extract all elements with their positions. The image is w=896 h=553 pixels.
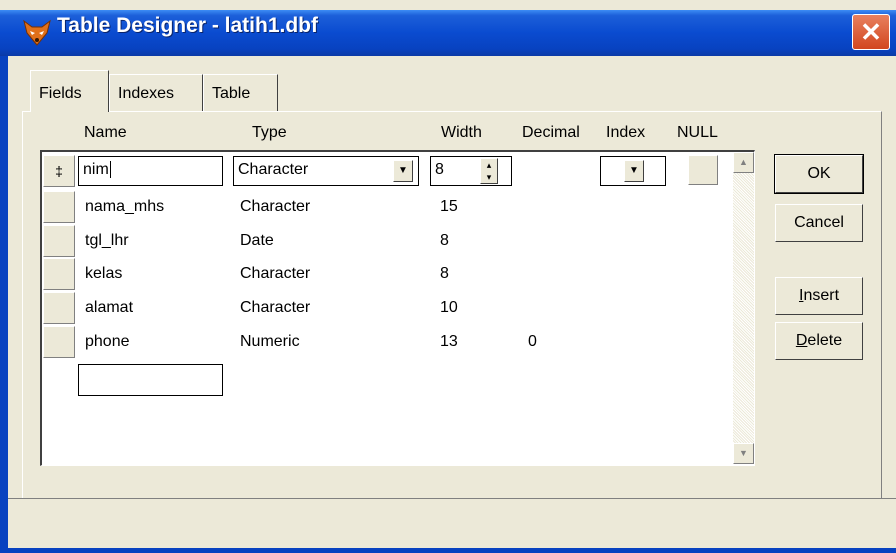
chevron-down-icon[interactable]: ▼ [393, 160, 413, 182]
tab-table[interactable]: Table [203, 74, 278, 111]
row-selector[interactable] [43, 292, 75, 324]
window-frame-left [0, 56, 8, 553]
field-type: Date [240, 232, 274, 249]
background-menu-strip [0, 0, 896, 10]
field-name: nama_mhs [85, 198, 165, 215]
field-type: Character [240, 265, 311, 282]
cancel-button[interactable]: Cancel [775, 204, 863, 242]
column-header-name: Name [84, 124, 127, 141]
field-type: Character [240, 198, 311, 215]
panel-divider [8, 498, 896, 499]
field-width: 13 [440, 333, 458, 350]
row-selector[interactable] [43, 258, 75, 290]
spin-updown-icon[interactable]: ▴ ▾ [480, 158, 498, 184]
close-button[interactable]: ✕ [852, 14, 890, 50]
delete-button[interactable]: Delete [775, 322, 863, 360]
tab-fields-label: Fields [39, 85, 82, 102]
field-decimal: 0 [528, 333, 537, 350]
field-name: phone [85, 333, 130, 350]
field-width: 8 [440, 265, 449, 282]
tab-indexes[interactable]: Indexes [109, 74, 203, 111]
column-header-decimal: Decimal [522, 124, 580, 141]
field-width: 8 [440, 232, 449, 249]
fox-icon [22, 19, 52, 47]
field-type: Numeric [240, 333, 300, 350]
window-title: Table Designer - latih1.dbf [57, 14, 318, 37]
insert-button[interactable]: Insert [775, 277, 863, 315]
row-selector[interactable] [43, 225, 75, 257]
column-header-width: Width [441, 124, 482, 141]
tab-indexes-label: Indexes [118, 85, 175, 102]
scroll-down-icon[interactable]: ▼ [733, 443, 754, 464]
field-null-toggle[interactable] [688, 155, 718, 185]
new-field-name-input[interactable] [78, 364, 223, 396]
field-name: alamat [85, 299, 134, 316]
delete-label: Delete [795, 332, 843, 349]
index-chevron-down-icon[interactable]: ▼ [624, 160, 644, 182]
column-header-type: Type [252, 124, 287, 141]
window-frame-bottom [8, 548, 896, 553]
ok-button[interactable]: OK [774, 154, 864, 194]
row-move-icon: ‡ [55, 163, 63, 179]
column-header-null: NULL [677, 124, 718, 141]
tab-fields[interactable]: Fields [30, 70, 109, 112]
scroll-up-icon[interactable]: ▲ [733, 152, 754, 173]
close-icon: ✕ [860, 17, 882, 47]
field-name: kelas [85, 265, 123, 282]
field-type: Character [240, 299, 311, 316]
field-name-input[interactable]: nim [78, 156, 223, 186]
column-header-index: Index [606, 124, 646, 141]
field-width: 15 [440, 198, 458, 215]
tab-table-label: Table [212, 85, 251, 102]
vertical-scrollbar[interactable] [733, 152, 754, 464]
field-width: 10 [440, 299, 458, 316]
row-selector[interactable] [43, 326, 75, 358]
field-name: tgl_lhr [85, 232, 129, 249]
field-type-select[interactable]: Character [233, 156, 419, 186]
insert-label: Insert [798, 287, 840, 304]
row-selector[interactable]: ‡ [43, 155, 75, 187]
row-selector[interactable] [43, 191, 75, 223]
field-width-stepper[interactable]: 8 [430, 156, 512, 186]
